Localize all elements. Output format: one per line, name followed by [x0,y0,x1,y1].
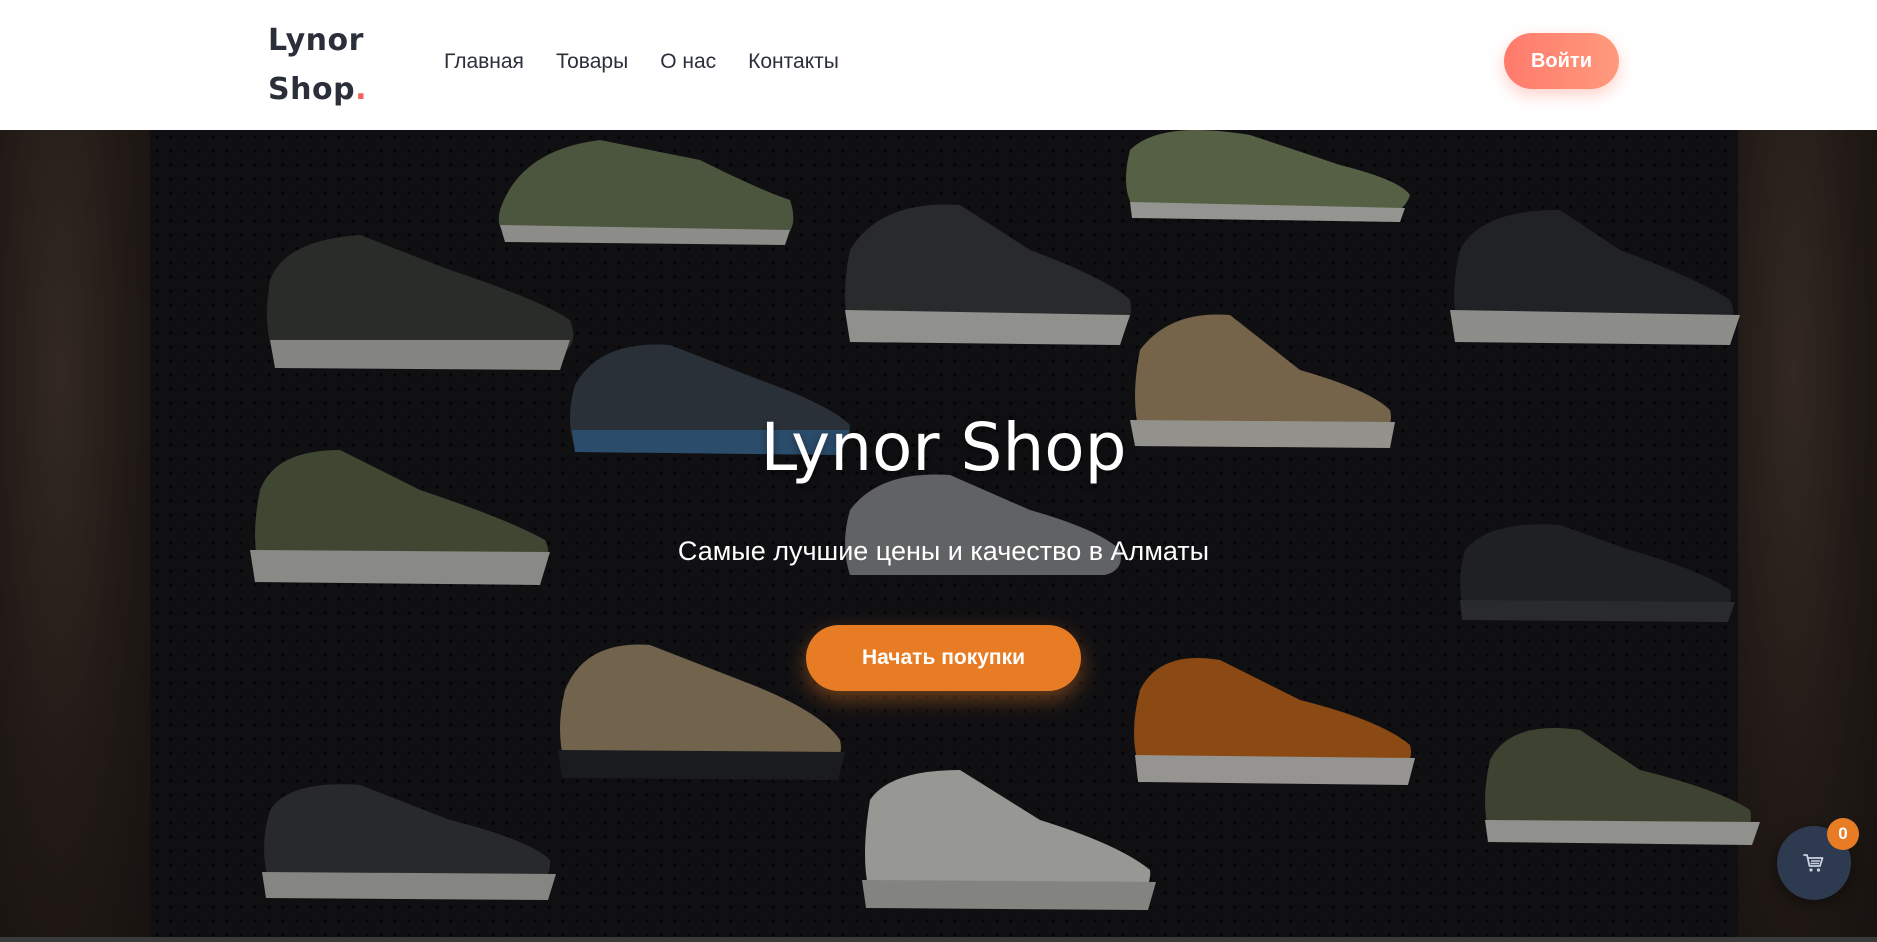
nav-link-about[interactable]: О нас [660,48,716,76]
hero-title: Lynor Shop [760,409,1127,486]
main-nav: Главная Товары О нас Контакты [444,48,871,76]
hero-subtitle: Самые лучшие цены и качество в Алматы [677,536,1210,566]
page-bottom-edge [0,937,1877,942]
logo-line-2: Shop [268,72,356,107]
nav-link-home[interactable]: Главная [444,48,524,76]
logo-dot: . [355,72,367,107]
shopping-cart-icon [1803,854,1824,872]
logo-line-1: Lynor [268,23,364,58]
login-button[interactable]: Войти [1504,33,1619,89]
nav-link-products[interactable]: Товары [556,48,628,76]
site-logo[interactable]: Lynor Shop. [268,16,378,114]
site-header: Lynor Shop. Главная Товары О нас Контакт… [0,0,1877,130]
cart-count-badge: 0 [1827,818,1859,850]
hero-section: Lynor Shop Самые лучшие цены и качество … [0,130,1877,937]
start-shopping-button[interactable]: Начать покупки [806,625,1081,691]
nav-link-contacts[interactable]: Контакты [748,48,839,76]
